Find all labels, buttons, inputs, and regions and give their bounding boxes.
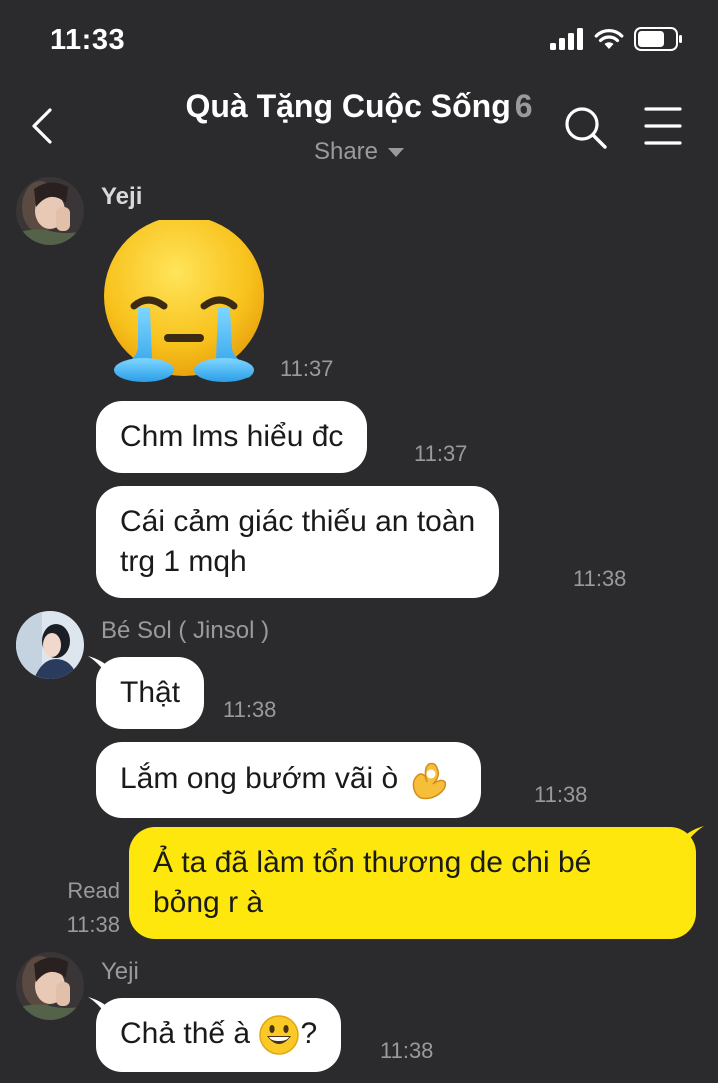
sender-name: Yeji [101,958,139,985]
share-dropdown[interactable]: Share [0,138,718,166]
avatar[interactable] [16,177,84,245]
read-receipt: Read 11:38 [40,878,120,938]
chat-screen: 11:33 Quà Tặng Cuộc Sống 6 Share Yeji 11… [0,0,718,1083]
message-time: 11:37 [280,356,334,381]
chevron-down-icon [388,148,405,158]
sender-name: Yeji [101,183,143,210]
message-text-line: Ả ta đã làm tổn thương de chi bé [153,846,592,879]
message-text: Chm lms hiểu đc [120,420,344,453]
message-time: 11:38 [223,697,277,722]
battery-icon [634,27,682,51]
message-time: 11:38 [573,566,627,591]
bubble-tail [682,826,704,848]
message-text: Lắm ong bướm vãi ò [120,761,399,795]
message-time: 11:38 [534,782,588,807]
status-time: 11:33 [50,24,126,56]
crying-face-sticker[interactable] [100,220,270,386]
message-text: Thật [120,676,181,709]
avatar-photo-yeji [16,177,84,245]
avatar-photo-jinsol [16,611,84,679]
chat-title-text: Quà Tặng Cuộc Sống [185,88,511,124]
message-time: 11:37 [414,441,468,466]
grinning-face-emoji [259,1015,300,1055]
wifi-icon [594,29,624,49]
message-time: 11:38 [380,1038,434,1063]
message-text-line: bỏng r à [153,886,264,919]
message-suffix: ? [300,1017,318,1050]
menu-icon[interactable] [644,106,682,146]
message-text-line: trg 1 mqh [120,545,247,578]
message-bubble-mine[interactable]: Ả ta đã làm tổn thương de chi bé bỏng r … [129,827,696,939]
message-bubble[interactable]: Thật [96,657,205,729]
message-bubble[interactable]: Chả thế à ? [96,998,342,1073]
avatar[interactable] [16,952,84,1020]
chat-title[interactable]: Quà Tặng Cuộc Sống 6 [0,88,718,125]
message-time: 11:38 [66,912,120,937]
avatar[interactable] [16,611,84,679]
share-label: Share [313,138,379,165]
search-icon[interactable] [562,104,608,150]
member-count: 6 [514,88,533,124]
ok-hand-emoji [412,762,446,800]
status-icons [550,27,684,51]
sender-name: Bé Sol ( Jinsol ) [101,617,270,644]
message-bubble[interactable]: Chm lms hiểu đc [96,401,368,473]
message-bubble[interactable]: Lắm ong bướm vãi ò [96,742,481,818]
read-label: Read [67,878,120,903]
message-text: Chả thế à [120,1017,251,1050]
signal-icon [550,28,583,50]
message-bubble[interactable]: Cái cảm giác thiếu an toàn trg 1 mqh [96,486,500,598]
message-text-line: Cái cảm giác thiếu an toàn [120,505,476,538]
avatar-photo-yeji [16,952,84,1020]
